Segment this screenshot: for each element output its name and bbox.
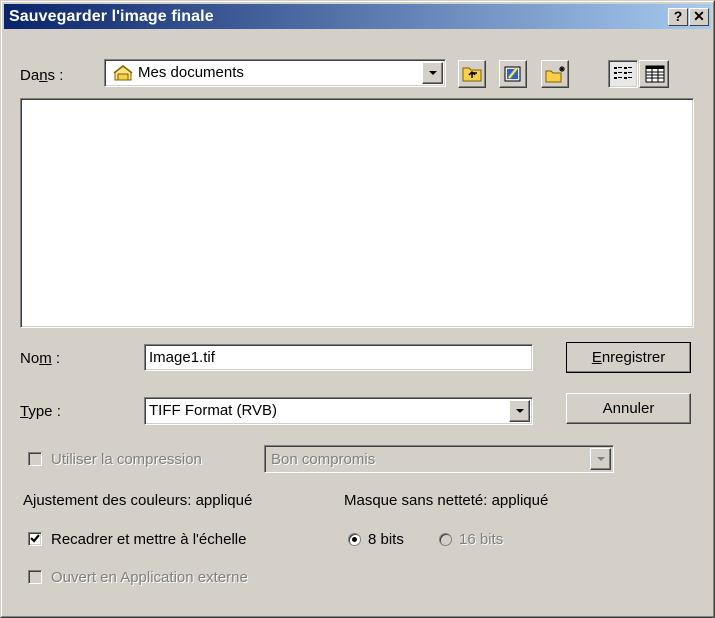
save-button-label: Enregistrer bbox=[591, 349, 666, 366]
compression-select-value: Bon compromis bbox=[271, 451, 376, 468]
folder-dropdown-button[interactable] bbox=[422, 62, 443, 84]
dans-label: Dans : bbox=[20, 67, 64, 84]
folder-up-icon bbox=[462, 67, 482, 82]
desktop-icon bbox=[504, 66, 521, 82]
unsharp-mask-info: Masque sans netteté: appliqué bbox=[344, 492, 549, 509]
radio-16-bits[interactable] bbox=[439, 533, 452, 546]
cancel-button[interactable]: Annuler bbox=[566, 393, 691, 424]
radio-16-bits-label: 16 bits bbox=[459, 531, 504, 548]
details-view-button[interactable] bbox=[639, 60, 669, 88]
radio-selected-dot bbox=[352, 537, 357, 542]
checkmark-icon bbox=[30, 534, 40, 543]
compression-label: Utiliser la compression bbox=[51, 451, 202, 468]
radio-8-bits[interactable] bbox=[348, 533, 361, 546]
crop-scale-checkbox[interactable] bbox=[28, 532, 42, 546]
type-value: TIFF Format (RVB) bbox=[149, 402, 278, 419]
desktop-button[interactable] bbox=[499, 60, 527, 88]
color-adjust-info: Ajustement des couleurs: appliqué bbox=[23, 492, 253, 509]
save-dialog: Sauvegarder l'image finale ? ✕ Dans : Me… bbox=[0, 0, 715, 618]
help-icon: ? bbox=[673, 8, 683, 24]
filename-value: Image1.tif bbox=[149, 349, 215, 366]
home-folder-icon bbox=[113, 65, 133, 81]
save-button[interactable]: Enregistrer bbox=[566, 342, 691, 373]
file-list[interactable] bbox=[20, 98, 694, 328]
folder-combo[interactable]: Mes documents bbox=[104, 59, 446, 87]
details-view-icon bbox=[645, 65, 665, 83]
external-app-label: Ouvert en Application externe bbox=[51, 569, 248, 586]
chevron-down-icon bbox=[428, 71, 437, 75]
cancel-button-label: Annuler bbox=[602, 400, 655, 417]
filename-input[interactable]: Image1.tif bbox=[144, 344, 533, 371]
radio-8-bits-label: 8 bits bbox=[368, 531, 404, 548]
nom-label: Nom : bbox=[20, 350, 61, 367]
list-view-button[interactable] bbox=[608, 60, 638, 88]
close-button[interactable]: ✕ bbox=[689, 8, 709, 26]
compression-checkbox[interactable] bbox=[28, 452, 42, 466]
external-app-checkbox[interactable] bbox=[28, 570, 42, 584]
chevron-down-icon bbox=[515, 409, 524, 413]
window-title: Sauvegarder l'image finale bbox=[9, 8, 214, 25]
chevron-down-icon bbox=[596, 457, 605, 461]
compression-select[interactable]: Bon compromis bbox=[264, 445, 614, 473]
help-button[interactable]: ? bbox=[668, 8, 688, 26]
crop-scale-label: Recadrer et mettre à l'échelle bbox=[51, 531, 247, 548]
compression-dropdown-button[interactable] bbox=[590, 448, 611, 470]
new-folder-button[interactable] bbox=[541, 60, 569, 88]
title-bar[interactable]: Sauvegarder l'image finale ? ✕ bbox=[4, 4, 711, 29]
type-dropdown-button[interactable] bbox=[509, 400, 530, 422]
type-label: Type : bbox=[20, 403, 61, 420]
folder-name: Mes documents bbox=[138, 64, 244, 81]
type-combo[interactable]: TIFF Format (RVB) bbox=[144, 397, 533, 425]
folder-up-button[interactable] bbox=[458, 60, 486, 88]
new-folder-icon bbox=[545, 66, 565, 83]
close-icon: ✕ bbox=[693, 8, 705, 24]
list-view-icon bbox=[614, 67, 632, 79]
